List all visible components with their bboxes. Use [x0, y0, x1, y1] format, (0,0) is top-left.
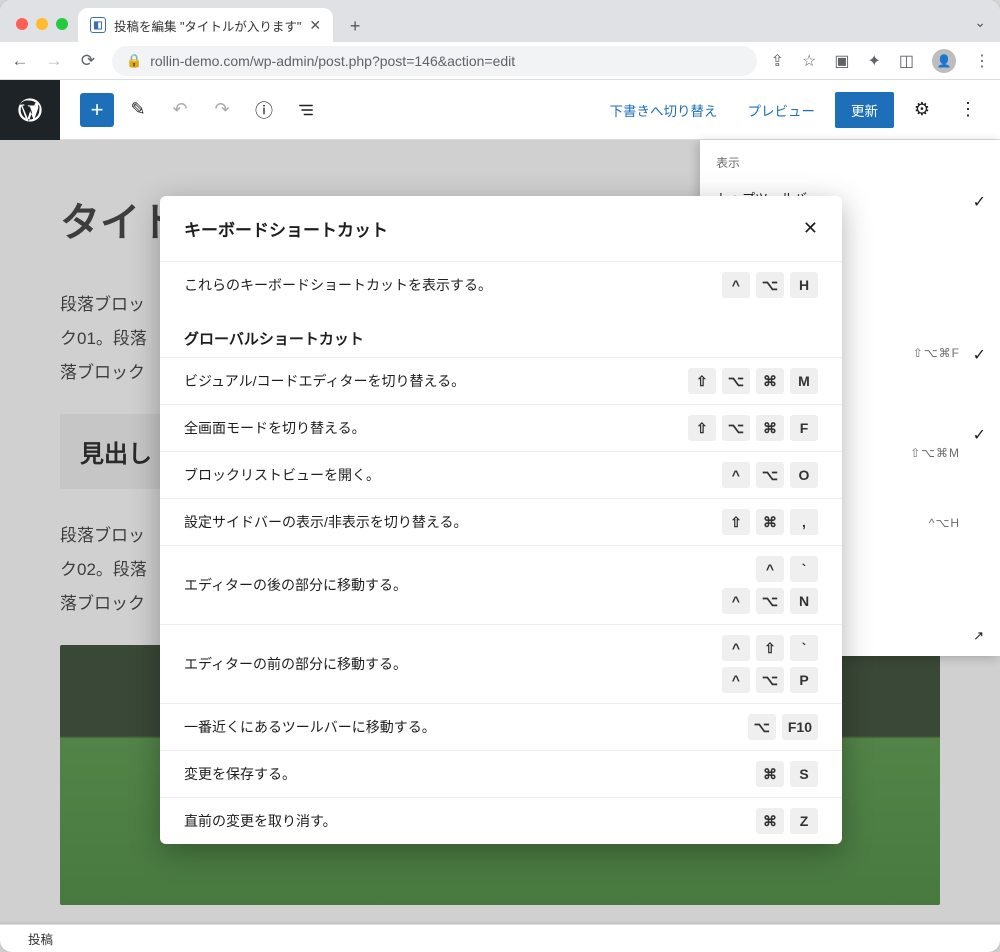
shortcut-row: 変更を保存する。⌘S — [160, 750, 842, 797]
info-button[interactable]: ⓘ — [246, 92, 282, 128]
wordpress-logo[interactable] — [0, 80, 60, 140]
shortcut-keys: ^⌥O — [722, 462, 818, 488]
profile-avatar[interactable]: 👤 — [932, 49, 956, 73]
shortcut-keys: ^⌥H — [722, 272, 818, 298]
shortcut-row: これらのキーボードショートカットを表示する。 ^⌥H — [160, 261, 842, 308]
new-tab-button[interactable]: + — [341, 12, 369, 40]
editor-footer: 投稿 — [0, 924, 1000, 952]
close-window-icon[interactable] — [16, 18, 28, 30]
shortcut-row: 直前の変更を取り消す。⌘Z — [160, 797, 842, 844]
browser-window: ◧ 投稿を編集 "タイトルが入ります" ✕ + ⌄ ← → ⟳ 🔒 rollin… — [0, 0, 1000, 952]
close-icon[interactable]: ✕ — [803, 218, 818, 239]
keyboard-shortcuts-modal: キーボードショートカット ✕ これらのキーボードショートカットを表示する。 ^⌥… — [160, 196, 842, 844]
list-view-button[interactable] — [288, 92, 324, 128]
window-controls — [10, 18, 78, 42]
minimize-window-icon[interactable] — [36, 18, 48, 30]
reload-button[interactable]: ⟳ — [78, 51, 98, 71]
back-button[interactable]: ← — [10, 51, 30, 71]
url-text: rollin-demo.com/wp-admin/post.php?post=1… — [150, 53, 515, 69]
editor-toolbar-left: + ✎ ↶ ↷ ⓘ — [60, 92, 324, 128]
shortcut-row: ブロックリストビューを開く。^⌥O — [160, 451, 842, 498]
shortcut-keys: ^`^⌥N — [722, 556, 818, 614]
page-viewport: + ✎ ↶ ↷ ⓘ 下書きへ切り替え プレビュー 更新 ⚙ ⋮ タイト 段落ブロ… — [0, 80, 1000, 952]
shortcut-row: 一番近くにあるツールバーに移動する。⌥F10 — [160, 703, 842, 750]
url-input[interactable]: 🔒 rollin-demo.com/wp-admin/post.php?post… — [112, 46, 757, 76]
forward-button: → — [44, 51, 64, 71]
check-icon: ✓ — [973, 344, 986, 368]
editor-toolbar-right: 下書きへ切り替え プレビュー 更新 ⚙ ⋮ — [600, 92, 1000, 128]
shortcut-keys: ⇧⌘, — [722, 509, 818, 535]
shortcut-row: ビジュアル/コードエディターを切り替える。⇧⌥⌘M — [160, 357, 842, 404]
block-inserter-button[interactable]: + — [80, 93, 114, 127]
share-icon[interactable]: ⇪ — [771, 51, 784, 71]
toolbar-right: ⇪ ☆ ▣ ✦ ◫ 👤 ⋮ — [771, 49, 990, 73]
favicon-icon: ◧ — [90, 17, 106, 33]
breadcrumb[interactable]: 投稿 — [28, 929, 53, 948]
maximize-window-icon[interactable] — [56, 18, 68, 30]
shortcut-keys: ⌥F10 — [748, 714, 818, 740]
side-panel-icon[interactable]: ◫ — [899, 51, 914, 71]
address-bar: ← → ⟳ 🔒 rollin-demo.com/wp-admin/post.ph… — [0, 42, 1000, 80]
settings-button[interactable]: ⚙ — [904, 92, 940, 128]
modal-header: キーボードショートカット ✕ — [160, 196, 842, 261]
shortcut-keys: ^⇧`^⌥P — [722, 635, 818, 693]
tab-strip: ◧ 投稿を編集 "タイトルが入ります" ✕ + ⌄ — [0, 0, 1000, 42]
browser-menu-icon[interactable]: ⋮ — [974, 51, 990, 71]
check-icon: ✓ — [973, 191, 986, 215]
shortcut-row: エディターの後の部分に移動する。^`^⌥N — [160, 545, 842, 624]
shortcut-row: 全画面モードを切り替える。⇧⌥⌘F — [160, 404, 842, 451]
editor-top-bar: + ✎ ↶ ↷ ⓘ 下書きへ切り替え プレビュー 更新 ⚙ ⋮ — [0, 80, 1000, 140]
section-title: グローバルショートカット — [160, 308, 842, 357]
shortcut-row: エディターの前の部分に移動する。^⇧`^⌥P — [160, 624, 842, 703]
tab-title: 投稿を編集 "タイトルが入ります" — [114, 16, 301, 35]
extensions-icon[interactable]: ✦ — [867, 51, 880, 71]
edit-tool-icon[interactable]: ✎ — [120, 92, 156, 128]
modal-title: キーボードショートカット — [184, 216, 388, 241]
undo-button: ↶ — [162, 92, 198, 128]
shortcut-keys: ⇧⌥⌘M — [688, 368, 818, 394]
redo-button: ↷ — [204, 92, 240, 128]
switch-draft-link[interactable]: 下書きへ切り替え — [600, 94, 728, 126]
shortcut-keys: ⇧⌥⌘F — [688, 415, 818, 441]
lock-icon: 🔒 — [126, 53, 142, 69]
tab-close-icon[interactable]: ✕ — [309, 17, 321, 34]
shortcut-keys: ⌘Z — [756, 808, 818, 834]
shortcut-row: 設定サイドバーの表示/非表示を切り替える。⇧⌘, — [160, 498, 842, 545]
publish-button[interactable]: 更新 — [835, 92, 894, 128]
options-section-label: 表示 — [700, 140, 1000, 179]
browser-tab[interactable]: ◧ 投稿を編集 "タイトルが入ります" ✕ — [78, 8, 333, 42]
shortcut-keys: ⌘S — [756, 761, 818, 787]
preview-link[interactable]: プレビュー — [738, 94, 826, 126]
options-menu-button[interactable]: ⋮ — [950, 92, 986, 128]
tabs-dropdown-icon[interactable]: ⌄ — [974, 14, 986, 31]
external-link-icon: ↗ — [973, 626, 984, 646]
bookmark-icon[interactable]: ☆ — [802, 51, 816, 71]
camera-icon[interactable]: ▣ — [834, 51, 849, 71]
